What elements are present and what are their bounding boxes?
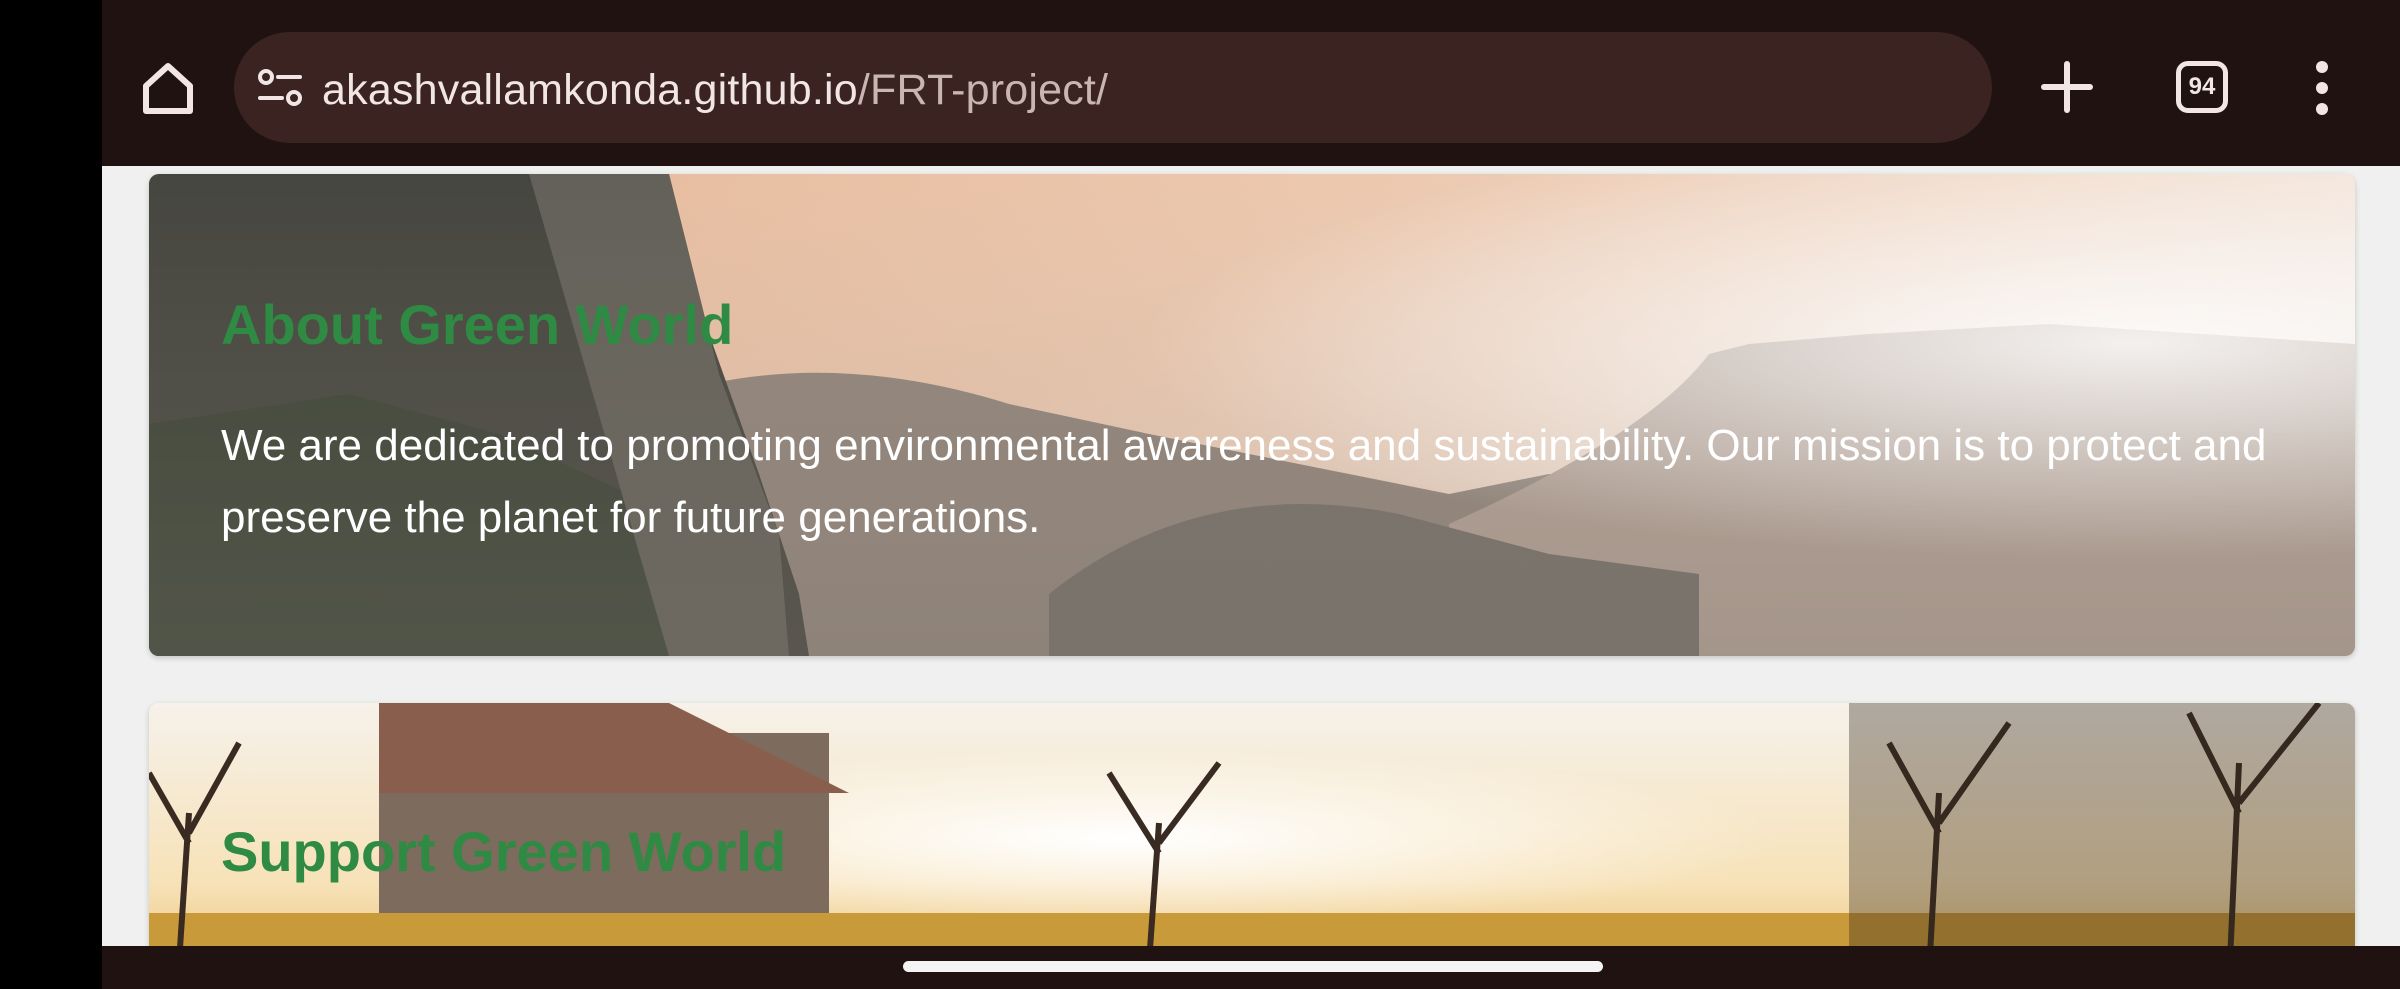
browser-toolbar: akashvallamkonda.github.io/FRT-project/ … <box>102 0 2400 166</box>
about-card: About Green World We are dedicated to pr… <box>149 174 2355 656</box>
url-host: akashvallamkonda.github.io <box>322 66 858 114</box>
url-path: /FRT-project/ <box>857 66 1109 114</box>
about-description: We are dedicated to promoting environmen… <box>221 421 2267 542</box>
system-navigation-bar <box>102 946 2400 989</box>
about-title: About Green World <box>221 293 734 356</box>
home-button[interactable] <box>138 58 198 118</box>
home-icon <box>143 63 193 114</box>
support-title: Support Green World <box>221 820 787 883</box>
tune-icon[interactable] <box>258 68 302 108</box>
plus-icon[interactable] <box>2040 60 2094 114</box>
web-page-content[interactable]: About Green World We are dedicated to pr… <box>102 166 2400 946</box>
more-vert-icon[interactable] <box>2310 60 2334 116</box>
support-card: Support Green World <box>149 703 2355 946</box>
screen-bezel <box>0 0 102 989</box>
tab-count: 94 <box>2188 73 2216 100</box>
home-gesture-handle[interactable] <box>903 961 1603 972</box>
url-text[interactable]: akashvallamkonda.github.io/FRT-project/ <box>322 62 1108 118</box>
tab-switcher-button[interactable]: 94 <box>2176 61 2232 115</box>
